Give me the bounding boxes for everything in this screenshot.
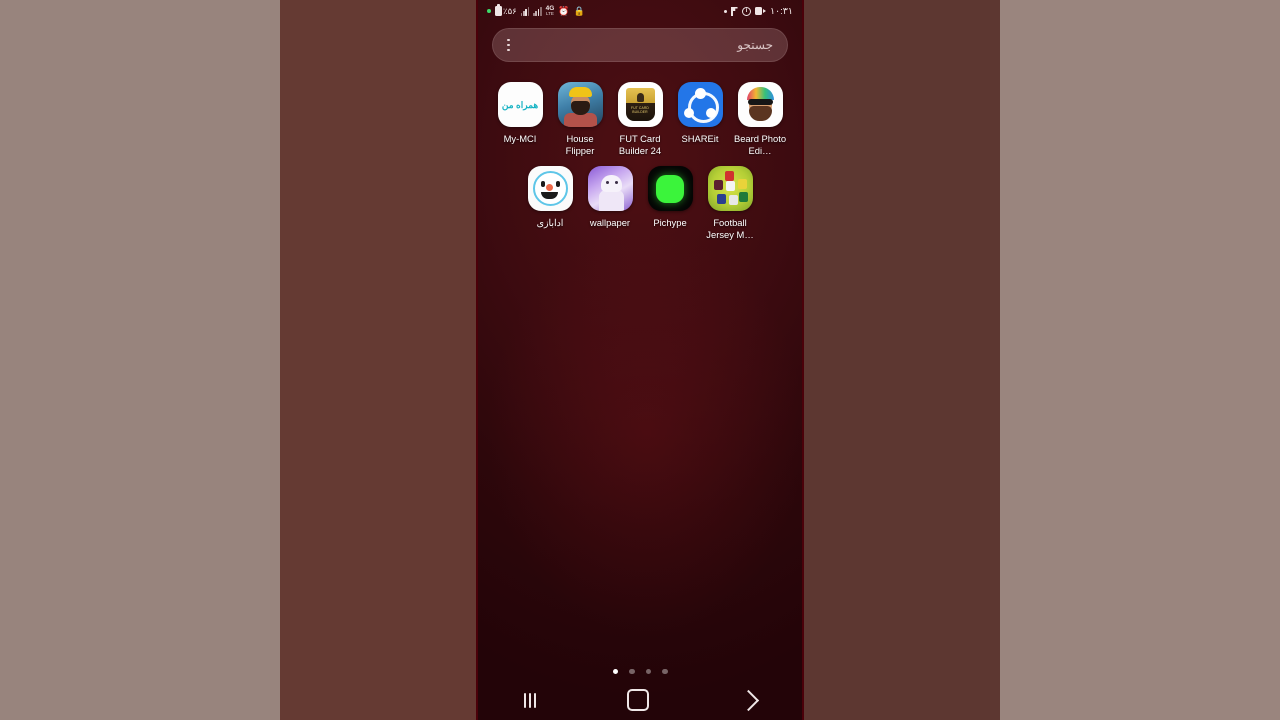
white-dot-icon: [723, 9, 727, 13]
flag-icon: [730, 6, 738, 16]
lock-icon: 🔒: [573, 5, 585, 16]
page-dot-2[interactable]: [629, 668, 635, 674]
battery-body: [495, 4, 502, 16]
app-item-adabazi[interactable]: ادابازی: [520, 166, 580, 240]
wallpaper-icon[interactable]: [587, 166, 633, 211]
green-dot-icon: [487, 9, 491, 13]
app-label: wallpaper: [589, 217, 631, 228]
app-label: SHAREit: [681, 133, 719, 144]
app-grid: همراه من My-MCI House Flipper FUT CARD B…: [478, 82, 802, 250]
app-item-house-flipper[interactable]: House Flipper: [550, 82, 610, 156]
status-bar-right: i ۱۰:۳۱: [723, 5, 793, 17]
battery-icon: ٪۵۶: [495, 4, 517, 17]
adabazi-icon[interactable]: [527, 166, 573, 211]
app-item-beard-photo-editor[interactable]: Beard Photo Edi…: [730, 82, 790, 156]
search-placeholder: جستجو: [737, 38, 773, 52]
app-label: Football Jersey M…: [706, 217, 754, 240]
pichype-icon[interactable]: [647, 166, 693, 211]
letterbox-right-band: [802, 0, 1000, 720]
info-circle-icon: i: [741, 6, 751, 16]
app-item-my-mci[interactable]: همراه من My-MCI: [490, 82, 550, 156]
app-item-fut-card-builder[interactable]: FUT CARD BUILDER FUT Card Builder 24: [610, 82, 670, 156]
letterbox-left-band: [280, 0, 478, 720]
app-label: ادابازی: [536, 217, 564, 228]
page-dot-3[interactable]: [645, 668, 651, 674]
app-item-pichype[interactable]: Pichype: [640, 166, 700, 240]
kebab-menu-icon[interactable]: [507, 38, 510, 52]
phone-screen: ٪۵۶ 4G LTE ⏰ 🔒 i ۱۰:۳۱ جستجو همراه من My…: [478, 0, 802, 720]
battery-percent: ٪۵۶: [503, 5, 517, 16]
signal-bars-icon-2: [533, 6, 542, 16]
signal-bars-icon-1: [520, 6, 530, 16]
app-label: Pichype: [653, 217, 687, 228]
app-label: My-MCI: [503, 133, 537, 144]
app-item-wallpaper[interactable]: wallpaper: [580, 166, 640, 240]
app-row-1: همراه من My-MCI House Flipper FUT CARD B…: [478, 82, 802, 156]
alarm-icon: ⏰: [558, 5, 570, 16]
screenshot-stage: ٪۵۶ 4G LTE ⏰ 🔒 i ۱۰:۳۱ جستجو همراه من My…: [0, 0, 1280, 720]
app-item-shareit[interactable]: SHAREit: [670, 82, 730, 156]
app-row-2: ادابازی wallpaper Pichype Football Jerse…: [478, 166, 802, 240]
home-icon[interactable]: [627, 689, 650, 711]
search-bar[interactable]: جستجو: [492, 28, 788, 62]
app-label: Beard Photo Edi…: [733, 133, 787, 156]
network-subtype: LTE: [545, 10, 554, 16]
status-bar-left: ٪۵۶ 4G LTE ⏰ 🔒: [487, 4, 585, 17]
status-bar-clock: ۱۰:۳۱: [769, 5, 793, 17]
recents-icon[interactable]: [523, 692, 536, 708]
screen-record-icon: [754, 7, 766, 15]
fut-card-builder-icon[interactable]: FUT CARD BUILDER: [617, 82, 663, 127]
my-mci-icon[interactable]: همراه من: [497, 82, 543, 127]
page-indicator[interactable]: [478, 668, 802, 674]
back-icon[interactable]: [738, 689, 760, 711]
app-label: FUT Card Builder 24: [618, 133, 662, 156]
navigation-bar: [478, 680, 802, 720]
app-label: House Flipper: [565, 133, 595, 156]
letterbox-right-outer: [1000, 0, 1280, 720]
page-dot-4[interactable]: [662, 668, 668, 674]
shareit-icon[interactable]: [677, 82, 723, 127]
network-4g-icon: 4G LTE: [545, 6, 555, 16]
letterbox-left-outer: [0, 0, 280, 720]
beard-photo-editor-icon[interactable]: [737, 82, 783, 127]
app-item-football-jersey-maker[interactable]: Football Jersey M…: [700, 166, 760, 240]
fut-card-icon-text: FUT CARD BUILDER: [631, 106, 649, 114]
status-bar: ٪۵۶ 4G LTE ⏰ 🔒 i ۱۰:۳۱: [478, 0, 802, 22]
house-flipper-icon[interactable]: [557, 82, 603, 127]
football-jersey-maker-icon[interactable]: [707, 166, 753, 211]
page-dot-1[interactable]: [612, 668, 618, 674]
